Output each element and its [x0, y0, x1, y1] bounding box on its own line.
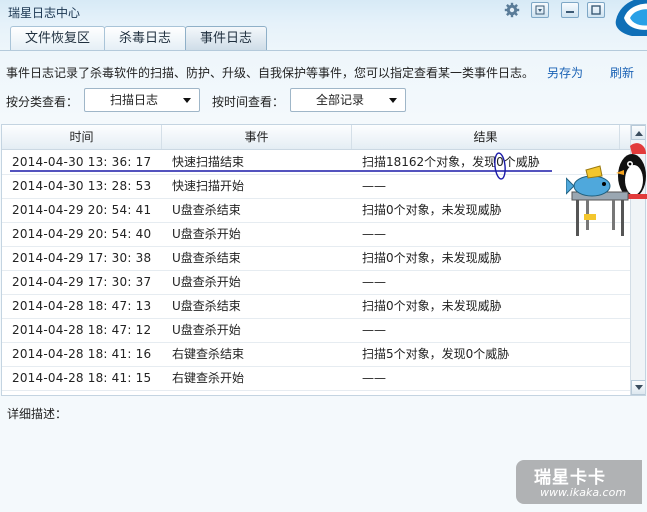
cell-time: 2014-04-28 18: 47: 12 — [12, 323, 152, 337]
cell-event: U盘查杀结束 — [172, 299, 241, 313]
cell-time: 2014-04-30 13: 28: 53 — [12, 179, 152, 193]
column-header-time[interactable]: 时间 — [2, 125, 162, 149]
event-log-description: 事件日志记录了杀毒软件的扫描、防护、升级、自我保护等事件，您可以指定查看某一类事… — [6, 66, 535, 80]
table-row[interactable]: 2014-04-29 20: 54: 40 U盘查杀开始 —— — [2, 223, 630, 247]
cell-result: 扫描0个对象，未发现威胁 — [362, 203, 502, 217]
table-row[interactable]: 2014-04-30 13: 36: 17 快速扫描结束 扫描18162个对象，发现… — [2, 151, 630, 175]
table-row[interactable]: 2014-04-29 17: 30: 37 U盘查杀开始 —— — [2, 271, 630, 295]
tab-bar: 文件恢复区 杀毒日志 事件日志 — [10, 26, 268, 50]
dropdown-menu-icon[interactable] — [531, 2, 549, 18]
category-select[interactable]: 扫描日志 — [84, 88, 200, 112]
watermark-brand: 瑞星卡卡 — [534, 468, 606, 488]
cell-result: 扫描0个对象，未发现威胁 — [362, 299, 502, 313]
cell-time: 2014-04-29 20: 54: 40 — [12, 227, 152, 241]
tab-divider — [0, 50, 647, 51]
watermark-url: www.ikaka.com — [540, 486, 627, 499]
table-row[interactable]: 2014-04-28 18: 47: 12 U盘查杀开始 —— — [2, 319, 630, 343]
cell-result: 扫描18162个对象，发现0个威胁 — [362, 155, 540, 169]
minimize-icon[interactable] — [561, 2, 579, 18]
table-row[interactable]: 2014-04-29 20: 54: 41 U盘查杀结束 扫描0个对象，未发现威胁 — [2, 199, 630, 223]
cell-event: 快速扫描开始 — [172, 179, 245, 193]
time-filter-label: 按时间查看： — [212, 95, 285, 109]
scroll-down-arrow-icon[interactable] — [631, 380, 645, 395]
cell-result: —— — [362, 323, 386, 337]
cell-time: 2014-04-28 18: 41: 15 — [12, 371, 152, 385]
column-header-event[interactable]: 事件 — [162, 125, 352, 149]
cell-event: U盘查杀结束 — [172, 251, 241, 265]
chevron-down-icon — [183, 98, 191, 103]
watermark: 瑞星卡卡 www.ikaka.com — [516, 460, 642, 504]
detail-description-label: 详细描述： — [7, 407, 68, 421]
cell-result: —— — [362, 179, 386, 193]
cell-event: U盘查杀开始 — [172, 227, 241, 241]
cell-result: —— — [362, 275, 386, 289]
refresh-link[interactable]: 刷新 — [610, 64, 634, 81]
cell-event: 右键查杀结束 — [172, 347, 245, 361]
cell-time: 2014-04-29 20: 54: 41 — [12, 203, 152, 217]
time-select-value: 全部记录 — [315, 93, 364, 107]
window-title: 瑞星日志中心 — [8, 6, 81, 20]
table-row[interactable]: 2014-04-28 18: 41: 16 右键查杀结束 扫描5个对象，发现0个威胁 — [2, 343, 630, 367]
cell-time: 2014-04-29 17: 30: 38 — [12, 251, 152, 265]
table-row[interactable]: 2014-04-28 18: 47: 13 U盘查杀结束 扫描0个对象，未发现威胁 — [2, 295, 630, 319]
cell-time: 2014-04-30 13: 36: 17 — [12, 155, 152, 169]
cell-time: 2014-04-29 17: 30: 37 — [12, 275, 152, 289]
maximize-icon[interactable] — [587, 2, 605, 18]
tab-file-recovery[interactable]: 文件恢复区 — [10, 26, 106, 50]
tab-antivirus-log[interactable]: 杀毒日志 — [104, 26, 187, 50]
category-filter-label: 按分类查看： — [6, 95, 79, 109]
cell-event: 右键查杀开始 — [172, 371, 245, 385]
cell-result: 扫描0个对象，未发现威胁 — [362, 251, 502, 265]
cell-result: —— — [362, 227, 386, 241]
cell-time: 2014-04-28 18: 47: 13 — [12, 299, 152, 313]
cell-event: U盘查杀结束 — [172, 203, 241, 217]
cell-result: 扫描5个对象，发现0个威胁 — [362, 347, 510, 361]
cell-result: —— — [362, 371, 386, 385]
table-row[interactable]: 2014-04-30 13: 28: 53 快速扫描开始 —— — [2, 175, 630, 199]
scroll-up-arrow-icon[interactable] — [631, 125, 645, 140]
title-bar: 瑞星日志中心 — [0, 0, 647, 36]
rising-logo-icon — [615, 0, 647, 36]
chevron-down-icon — [389, 98, 397, 103]
table-row[interactable]: 2014-04-28 18: 41: 15 右键查杀开始 —— — [2, 367, 630, 391]
gear-icon[interactable] — [503, 2, 521, 18]
tab-event-log[interactable]: 事件日志 — [185, 26, 268, 50]
table-row[interactable]: 2014-04-29 17: 30: 38 U盘查杀结束 扫描0个对象，未发现威胁 — [2, 247, 630, 271]
category-select-value: 扫描日志 — [109, 93, 158, 107]
table-header: 时间 事件 结果 — [2, 125, 630, 150]
time-select[interactable]: 全部记录 — [290, 88, 406, 112]
cell-time: 2014-04-28 18: 41: 16 — [12, 347, 152, 361]
event-log-table: 时间 事件 结果 2014-04-30 13: 36: 17 快速扫描结束 扫描18… — [1, 124, 646, 396]
mascot-character-icon — [566, 143, 647, 236]
save-as-link[interactable]: 另存为 — [547, 64, 583, 81]
cell-event: U盘查杀开始 — [172, 275, 241, 289]
cell-event: 快速扫描结束 — [172, 155, 245, 169]
cell-event: U盘查杀开始 — [172, 323, 241, 337]
